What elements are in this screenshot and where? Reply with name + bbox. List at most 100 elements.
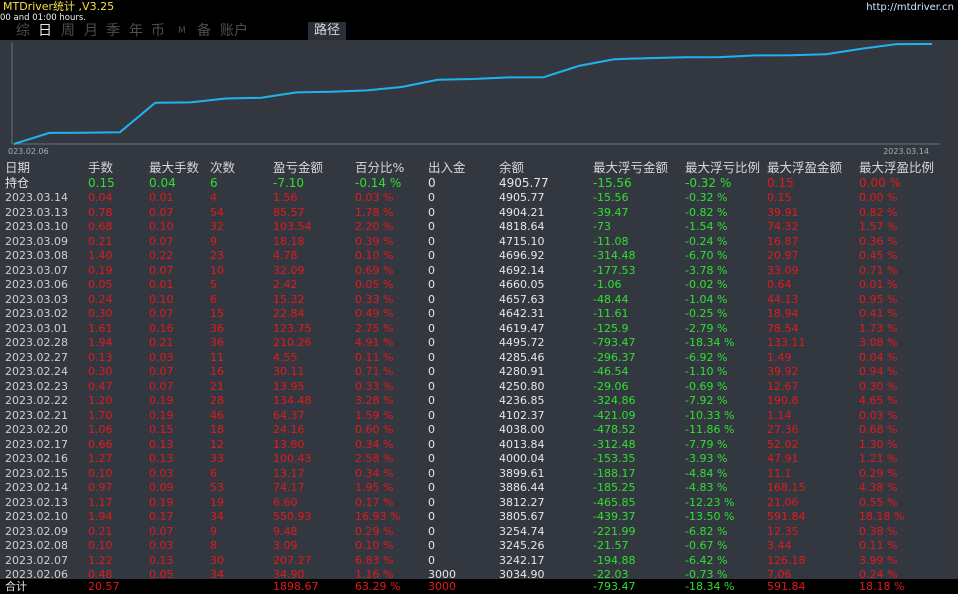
cell-balance: 4038.00: [499, 423, 545, 436]
cell-date: 2023.03.03: [5, 292, 68, 306]
cell-max-float-loss-pct: -13.50 %: [685, 510, 735, 523]
cell-percent: 1.59 %: [355, 408, 394, 422]
cell-balance: 4250.80: [499, 379, 545, 393]
table-row[interactable]: 2023.03.07 0.19 0.07 10 32.09 0.69 % 0 4692.14 -…: [0, 264, 958, 277]
tab-day[interactable]: 日: [38, 22, 52, 40]
cell-count: 8: [210, 539, 217, 552]
cell-max-float-loss: -39.47: [593, 205, 629, 219]
table-row[interactable]: 2023.03.01 1.61 0.16 36 123.75 2.75 % 0 4619.47…: [0, 322, 958, 335]
cell-inout: 0: [428, 495, 435, 509]
cell-max-float-loss: -465.85: [593, 495, 636, 509]
cell-inout: 0: [428, 336, 435, 349]
column-header-count: 次数: [210, 160, 236, 175]
cell-count: 28: [210, 394, 224, 407]
holding-inout: 0: [428, 176, 436, 190]
tab-quarter[interactable]: 季: [106, 22, 120, 40]
table-row[interactable]: 2023.02.23 0.47 0.07 21 13.95 0.33 % 0 4250.80 -…: [0, 380, 958, 393]
cell-max-lots: 0.03: [149, 350, 174, 364]
cell-max-float-profit-pct: 4.38 %: [859, 481, 898, 494]
cell-percent: 2.58 %: [355, 452, 394, 465]
cell-max-lots: 0.21: [149, 336, 174, 349]
table-row[interactable]: 2023.02.28 1.94 0.21 36 210.26 4.91 % 0 4495.72…: [0, 336, 958, 349]
cell-max-float-loss-pct: -1.10 %: [685, 365, 728, 378]
cell-max-lots: 0.07: [149, 205, 174, 219]
cell-count: 18: [210, 423, 224, 436]
tab-month[interactable]: 月: [84, 22, 98, 40]
cell-max-float-profit: 16.87: [767, 234, 799, 248]
table-row[interactable]: 2023.03.03 0.24 0.10 6 15.32 0.33 % 0 4657.63 -4…: [0, 293, 958, 306]
cell-max-float-profit-pct: 0.41 %: [859, 307, 898, 320]
cell-max-float-loss: -421.09: [593, 408, 636, 422]
cell-max-float-loss: -312.48: [593, 437, 636, 451]
table-row[interactable]: 2023.02.07 1.22 0.13 30 207.27 6.83 % 0 3242.17…: [0, 554, 958, 567]
cell-date: 2023.02.20: [5, 423, 68, 436]
cell-max-float-loss-pct: -0.82 %: [685, 205, 728, 219]
table-header: 日期 手数 最大手数 次数 盈亏金额 百分比% 出入金 余额 最大浮亏金额 最大浮亏比例 最大浮盈金…: [0, 159, 958, 177]
table-row[interactable]: 2023.02.09 0.21 0.07 9 9.48 0.29 % 0 3254.74 -22…: [0, 525, 958, 538]
table-row[interactable]: 2023.02.10 1.94 0.17 34 550.93 16.93 % 0 3805.6…: [0, 510, 958, 523]
cell-date: 2023.02.16: [5, 452, 68, 465]
table-row[interactable]: 2023.02.27 0.13 0.03 11 4.55 0.11 % 0 4285.46 -2…: [0, 351, 958, 364]
cell-lots: 0.30: [88, 307, 113, 320]
table-row[interactable]: 2023.03.13 0.78 0.07 54 85.57 1.78 % 0 4904.21 -…: [0, 206, 958, 219]
cell-max-lots: 0.07: [149, 263, 174, 277]
table-row[interactable]: 2023.03.02 0.30 0.07 15 22.84 0.49 % 0 4642.31 -…: [0, 307, 958, 320]
cell-max-float-profit: 168.15: [767, 481, 806, 494]
cell-max-float-loss-pct: -4.84 %: [685, 466, 728, 480]
cell-date: 2023.02.21: [5, 408, 68, 422]
cell-date: 2023.03.06: [5, 278, 68, 291]
cell-max-float-loss: -194.88: [593, 553, 636, 567]
cell-lots: 0.68: [88, 220, 113, 233]
table-row[interactable]: 2023.03.10 0.68 0.10 32 103.54 2.20 % 0 4818.64…: [0, 220, 958, 233]
cell-lots: 1.20: [88, 394, 113, 407]
table-row[interactable]: 2023.02.21 1.70 0.19 46 64.37 1.59 % 0 4102.37 -…: [0, 409, 958, 422]
cell-date: 2023.02.08: [5, 539, 68, 552]
cell-max-float-loss-pct: -0.25 %: [685, 307, 728, 320]
table-row[interactable]: 2023.03.14 0.04 0.01 4 1.56 0.03 % 0 4905.77 -15…: [0, 191, 958, 204]
table-row[interactable]: 2023.02.16 1.27 0.13 33 100.43 2.58 % 0 4000.04…: [0, 452, 958, 465]
tab-currency[interactable]: 币: [151, 22, 165, 40]
tab-year[interactable]: 年: [129, 22, 143, 40]
table-row[interactable]: 2023.02.08 0.10 0.03 8 3.09 0.10 % 0 3245.26 -21…: [0, 539, 958, 552]
cell-balance: 3245.26: [499, 539, 545, 552]
table-row[interactable]: 2023.03.09 0.21 0.07 9 18.18 0.39 % 0 4715.10 -1…: [0, 235, 958, 248]
cell-percent: 0.10 %: [355, 249, 394, 262]
table-row[interactable]: 2023.03.06 0.05 0.01 5 2.42 0.05 % 0 4660.05 -1.…: [0, 278, 958, 291]
column-header-date: 日期: [5, 160, 31, 175]
tab-week[interactable]: 周: [61, 22, 75, 40]
cell-max-float-profit-pct: 3.99 %: [859, 553, 898, 567]
table-row[interactable]: 2023.02.14 0.97 0.09 53 74.17 1.95 % 0 3886.44 -…: [0, 481, 958, 494]
tab-account[interactable]: 账户: [220, 22, 248, 40]
site-link[interactable]: http://mtdriver.cn: [866, 2, 954, 14]
cell-balance: 3886.44: [499, 481, 545, 494]
table-row[interactable]: 2023.02.20 1.06 0.15 18 24.16 0.60 % 0 4038.00 -…: [0, 423, 958, 436]
cell-lots: 0.24: [88, 292, 113, 306]
column-header-max-float-profit-pct: 最大浮盈比例: [859, 160, 935, 175]
tab-backup[interactable]: 备: [197, 22, 211, 40]
cell-pnl: 15.32: [273, 292, 305, 306]
table-row[interactable]: 2023.02.22 1.20 0.19 28 134.48 3.28 % 0 4236.85…: [0, 394, 958, 407]
cell-date: 2023.02.10: [5, 510, 68, 523]
total-lots: 20.57: [88, 580, 120, 593]
tab-path[interactable]: 路径: [308, 22, 347, 40]
cell-count: 32: [210, 220, 224, 233]
table-row[interactable]: 2023.03.08 1.40 0.22 23 4.78 0.10 % 0 4696.92 -3…: [0, 249, 958, 262]
cell-balance: 4495.72: [499, 336, 545, 349]
cell-max-float-profit-pct: 1.30 %: [859, 437, 898, 451]
cell-date: 2023.03.02: [5, 307, 68, 320]
cell-max-float-profit: 21.06: [767, 495, 799, 509]
cell-percent: 0.10 %: [355, 539, 394, 552]
balance-line: [13, 43, 933, 145]
table-row[interactable]: 2023.02.13 1.17 0.19 19 6.60 0.17 % 0 3812.27 -4…: [0, 496, 958, 509]
cell-max-lots: 0.01: [149, 191, 174, 204]
cell-count: 54: [210, 205, 224, 219]
table-row[interactable]: 2023.02.15 0.10 0.03 6 13.17 0.34 % 0 3899.61 -1…: [0, 467, 958, 480]
tab-m[interactable]: M: [178, 22, 186, 40]
cell-balance: 4285.46: [499, 350, 545, 364]
table-row[interactable]: 2023.02.17 0.66 0.13 12 13.80 0.34 % 0 4013.84 -…: [0, 438, 958, 451]
table-row[interactable]: 2023.02.24 0.30 0.07 16 30.11 0.71 % 0 4280.91 -…: [0, 365, 958, 378]
total-percent: 63.29 %: [355, 580, 401, 593]
holding-lots: 0.15: [88, 176, 115, 190]
cell-percent: 0.05 %: [355, 278, 394, 291]
tab-summary[interactable]: 综: [16, 22, 30, 40]
